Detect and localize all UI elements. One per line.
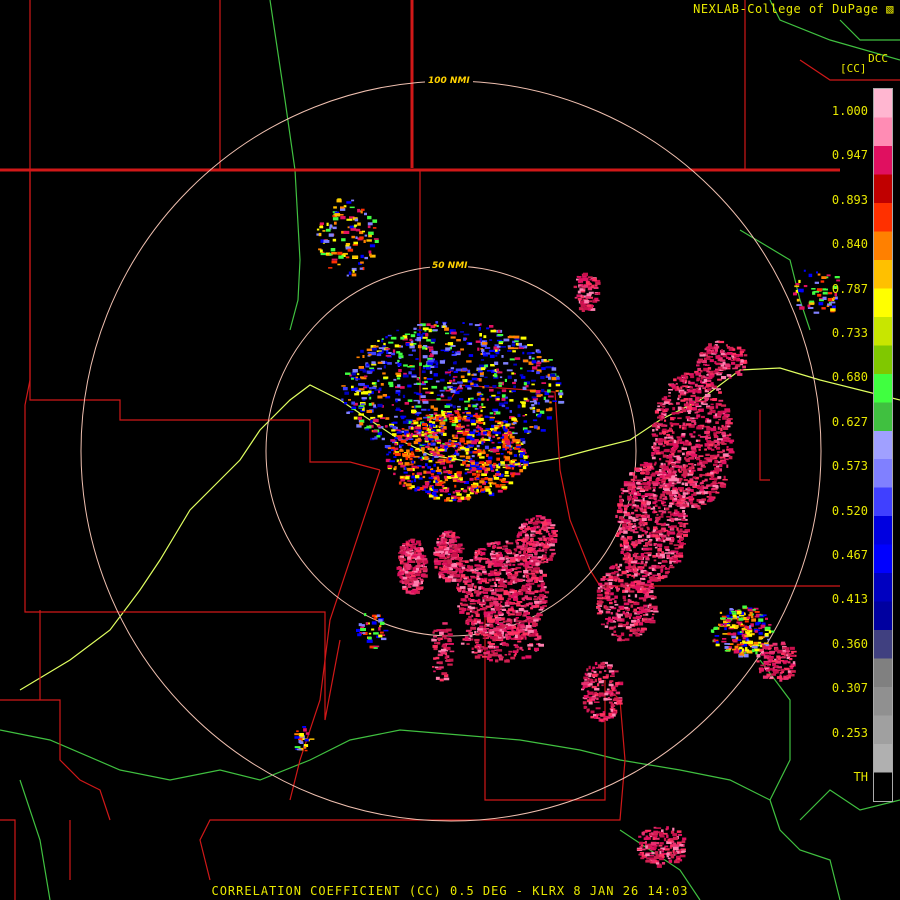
product-caption: CORRELATION COEFFICIENT (CC) 0.5 DEG - K… xyxy=(211,884,689,898)
legend-label: 0.680 xyxy=(831,370,868,385)
legend-label: 0.893 xyxy=(831,192,868,207)
legend-label: 0.520 xyxy=(831,503,868,518)
legend-label: 0.307 xyxy=(831,681,868,696)
legend-label: 0.733 xyxy=(831,326,868,340)
legend-label: 0.947 xyxy=(831,148,868,163)
legend-label: 0.467 xyxy=(831,548,868,562)
legend-label: 0.573 xyxy=(831,459,868,474)
legend-unit: [CC] xyxy=(840,62,867,75)
ring-label-100: 100 NMI xyxy=(428,76,470,86)
legend-label: 0.627 xyxy=(831,414,868,429)
legend-label: 0.840 xyxy=(831,237,868,252)
legend-label: 0.413 xyxy=(831,592,868,607)
credit-text: NEXLAB-College of DuPage ▧ xyxy=(693,2,894,16)
legend-label: 0.787 xyxy=(831,281,868,296)
logo-icon: ▧ xyxy=(886,2,894,16)
legend-label: TH xyxy=(853,770,868,784)
color-legend-bar xyxy=(873,88,893,802)
legend-label: 1.000 xyxy=(831,104,868,118)
site-code: DCC xyxy=(868,52,888,65)
legend-label: 0.360 xyxy=(831,636,868,651)
radar-map: 100 NMI 50 NMI xyxy=(0,0,900,900)
legend-label: 0.253 xyxy=(831,725,868,740)
ring-label-50: 50 NMI xyxy=(432,261,468,271)
radar-echoes xyxy=(294,198,841,868)
